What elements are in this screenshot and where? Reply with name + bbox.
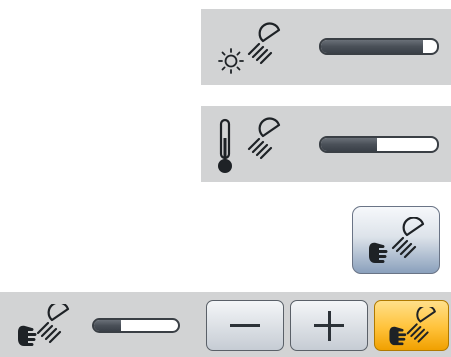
brightness-lamp-icon [218,22,281,74]
brightness-level-fill [321,40,424,53]
hand-light-level-fill [94,320,121,331]
brightness-row [201,9,451,85]
color-temperature-row [201,106,451,182]
hand-lamp-icon [389,307,436,346]
hand-light-level-bar[interactable] [92,318,180,333]
decrease-button[interactable] [206,300,284,351]
minus-icon [230,324,260,327]
color-temperature-level-fill [321,138,377,151]
thermometer-lamp-icon [218,117,281,173]
hand-light-toggle-button[interactable] [352,206,440,274]
increase-button[interactable] [290,300,368,351]
hand-lamp-icon [18,304,70,346]
bottom-control-row [0,292,451,357]
hand-light-active-button[interactable] [374,300,449,351]
color-temperature-level-bar[interactable] [319,136,439,153]
hand-lamp-icon [369,217,425,263]
brightness-level-bar[interactable] [319,38,439,55]
